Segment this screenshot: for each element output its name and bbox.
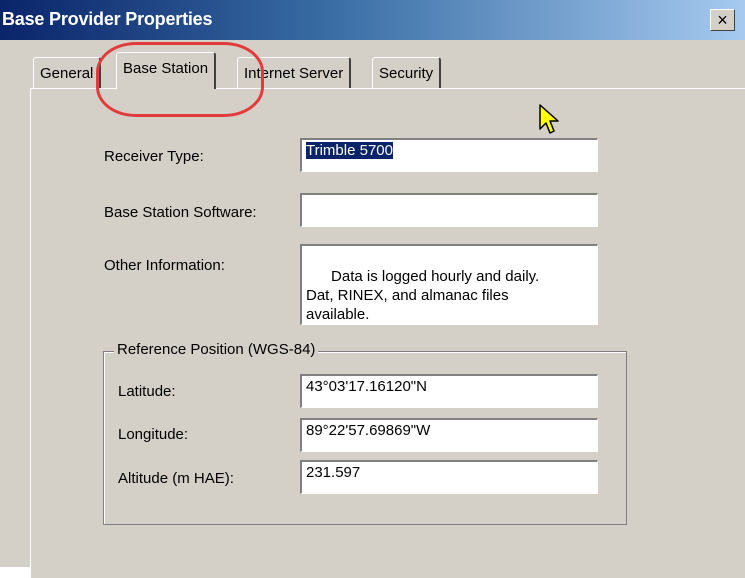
latitude-input[interactable]: 43°03'17.16120"N bbox=[300, 374, 598, 408]
altitude-value: 231.597 bbox=[306, 464, 361, 481]
longitude-label: Longitude: bbox=[118, 426, 189, 443]
receiver-type-input[interactable]: Trimble 5700 bbox=[300, 138, 598, 172]
other-information-textarea[interactable]: Data is logged hourly and daily. Dat, RI… bbox=[300, 244, 598, 325]
other-information-value: Data is logged hourly and daily. Dat, RI… bbox=[306, 268, 540, 323]
receiver-type-label: Receiver Type: bbox=[104, 148, 204, 165]
base-station-software-input[interactable] bbox=[300, 193, 598, 227]
longitude-value: 89°22'57.69869"W bbox=[306, 422, 431, 439]
altitude-label: Altitude (m HAE): bbox=[118, 470, 234, 487]
reference-position-legend: Reference Position (WGS-84) bbox=[114, 341, 319, 358]
latitude-value: 43°03'17.16120"N bbox=[306, 378, 427, 395]
latitude-label: Latitude: bbox=[118, 383, 176, 400]
base-station-software-label: Base Station Software: bbox=[104, 204, 257, 221]
other-information-label: Other Information: bbox=[104, 257, 225, 274]
highlight-ellipse bbox=[96, 42, 264, 117]
properties-dialog: Base Provider Properties × General Base … bbox=[0, 0, 745, 578]
longitude-input[interactable]: 89°22'57.69869"W bbox=[300, 418, 598, 452]
receiver-type-value: Trimble 5700 bbox=[306, 142, 393, 159]
altitude-input[interactable]: 231.597 bbox=[300, 460, 598, 494]
mouse-pointer-icon bbox=[539, 104, 559, 134]
